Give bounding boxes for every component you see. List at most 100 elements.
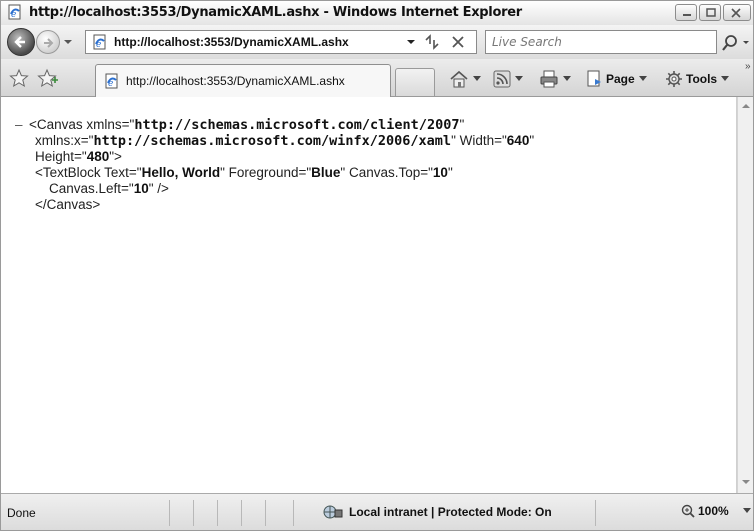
close-icon	[731, 8, 741, 18]
address-dropdown-icon[interactable]	[404, 34, 418, 50]
xml-value: 10	[133, 181, 149, 196]
search-icon[interactable]	[721, 33, 751, 53]
xml-markup: " Canvas.Top="	[340, 165, 433, 180]
feeds-icon	[493, 70, 511, 88]
address-url[interactable]: http://localhost:3553/DynamicXAML.ashx	[114, 35, 349, 49]
zone-label: Local intranet | Protected Mode: On	[349, 505, 552, 519]
page-content: – <Canvas xmlns="http://schemas.microsoft…	[1, 97, 737, 493]
xml-markup: Height="	[35, 149, 87, 164]
recent-pages-dropdown[interactable]	[63, 37, 73, 47]
maximize-button[interactable]	[699, 4, 721, 21]
scroll-up-icon[interactable]	[741, 101, 751, 111]
status-divider	[217, 500, 218, 526]
xml-markup: "	[529, 133, 535, 148]
minimize-icon	[683, 14, 691, 16]
xml-markup: " Width="	[451, 133, 507, 148]
security-zone[interactable]: Local intranet | Protected Mode: On	[323, 504, 552, 520]
xml-value: http://schemas.microsoft.com/winfx/2006/…	[93, 133, 452, 149]
stop-icon[interactable]	[448, 33, 468, 51]
status-bar: Done Local intranet | Protected Mode: On…	[1, 493, 753, 530]
zone-globe-icon	[323, 505, 343, 519]
status-divider	[241, 500, 242, 526]
xml-value: 10	[432, 165, 448, 180]
page-menu-label: Page	[606, 72, 635, 86]
search-box[interactable]	[485, 30, 717, 54]
status-divider	[293, 500, 294, 526]
status-divider	[193, 500, 194, 526]
zoom-control[interactable]: 100%	[681, 504, 751, 518]
tab-current[interactable]: e http://localhost:3553/DynamicXAML.ashx	[95, 64, 391, 97]
xml-line: Height="480">	[15, 149, 534, 165]
xml-markup: <TextBlock Text="	[35, 165, 142, 180]
home-icon	[450, 70, 468, 88]
forward-button[interactable]	[36, 30, 60, 54]
home-button[interactable]	[449, 69, 481, 89]
svg-text:e: e	[96, 40, 101, 50]
xml-markup: " />	[148, 181, 169, 196]
chevron-down-icon[interactable]	[563, 76, 571, 82]
forward-arrow-icon	[44, 38, 54, 48]
navigation-bar: e http://localhost:3553/DynamicXAML.ashx	[1, 25, 753, 59]
vertical-scrollbar[interactable]	[737, 97, 753, 493]
xml-line: Canvas.Left="10" />	[15, 181, 534, 197]
minimize-button[interactable]	[675, 4, 697, 21]
xml-markup: "	[447, 165, 453, 180]
page-icon	[587, 70, 601, 87]
xml-markup: "	[459, 117, 465, 132]
xml-value: Blue	[311, 165, 341, 180]
add-favorites-icon[interactable]	[37, 68, 59, 88]
address-bar[interactable]: e http://localhost:3553/DynamicXAML.ashx	[85, 30, 477, 54]
print-button[interactable]	[539, 69, 571, 89]
chevron-down-icon[interactable]	[515, 76, 523, 82]
chevron-down-icon	[638, 76, 647, 81]
tab-bar: e http://localhost:3553/DynamicXAML.ashx…	[1, 59, 753, 97]
xml-value: 640	[506, 133, 530, 148]
xml-line: – <Canvas xmlns="http://schemas.microsoft…	[15, 117, 534, 133]
xml-line: <TextBlock Text="Hello, World" Foregroun…	[15, 165, 534, 181]
print-icon	[540, 70, 558, 88]
ie-page-icon: e	[104, 73, 120, 92]
chevron-down-icon	[721, 76, 730, 81]
feeds-button[interactable]	[493, 69, 523, 89]
new-tab-button[interactable]	[395, 68, 435, 96]
favorites-star-icon[interactable]	[9, 68, 29, 88]
page-menu[interactable]: Page	[585, 69, 647, 89]
back-button[interactable]	[7, 28, 35, 56]
close-button[interactable]	[723, 4, 751, 21]
more-commands-chevron-icon[interactable]: »	[745, 61, 751, 72]
zoom-icon	[681, 504, 695, 518]
xml-line: xmlns:x="http://schemas.microsoft.com/wi…	[15, 133, 534, 149]
tools-menu[interactable]: Tools	[665, 69, 730, 89]
ie-page-icon: e	[7, 4, 23, 20]
back-arrow-icon	[14, 36, 25, 48]
xml-value: 480	[86, 149, 110, 164]
window-title: http://localhost:3553/DynamicXAML.ashx -…	[29, 5, 522, 20]
status-text: Done	[7, 506, 36, 520]
ie-page-icon: e	[92, 34, 108, 53]
xml-value: http://schemas.microsoft.com/client/2007	[134, 117, 460, 133]
xml-markup: Canvas.Left="	[49, 181, 134, 196]
chevron-down-icon[interactable]	[473, 76, 481, 82]
status-divider	[265, 500, 266, 526]
tools-gear-icon	[666, 71, 682, 87]
svg-text:e: e	[108, 79, 113, 89]
chevron-down-icon[interactable]	[742, 508, 751, 514]
search-input[interactable]	[492, 34, 682, 50]
xml-markup: </Canvas>	[35, 197, 101, 212]
xml-value: Hello, World	[141, 165, 221, 180]
status-divider	[595, 500, 596, 526]
scroll-down-icon[interactable]	[741, 477, 751, 487]
xml-markup: " Foreground="	[220, 165, 312, 180]
tab-label: http://localhost:3553/DynamicXAML.ashx	[126, 74, 345, 88]
ie-window: e http://localhost:3553/DynamicXAML.ashx…	[0, 0, 754, 531]
tools-menu-label: Tools	[686, 72, 718, 86]
collapse-toggle[interactable]: –	[15, 117, 29, 133]
maximize-icon	[706, 8, 716, 17]
xml-line: </Canvas>	[15, 197, 534, 213]
xml-markup: xmlns:x="	[35, 133, 94, 148]
xml-document: – <Canvas xmlns="http://schemas.microsoft…	[15, 117, 534, 213]
zoom-level: 100%	[698, 504, 729, 518]
refresh-icon[interactable]	[422, 33, 442, 51]
xml-markup: <Canvas xmlns="	[29, 117, 135, 132]
status-divider	[169, 500, 170, 526]
